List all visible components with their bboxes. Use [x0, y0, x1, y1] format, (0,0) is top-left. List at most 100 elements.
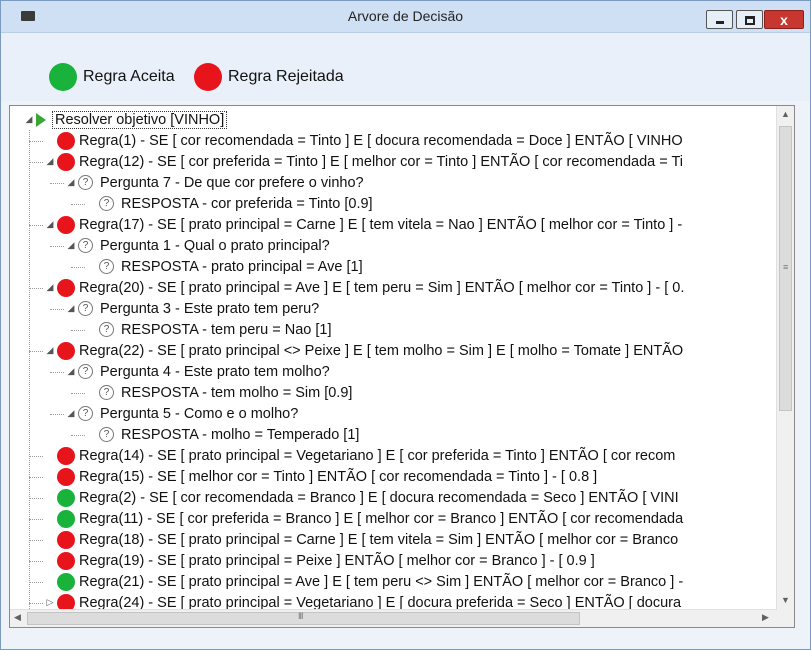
tree-row-answer[interactable]: ·?RESPOSTA - tem peru = Nao [1]	[87, 319, 331, 340]
question-icon: ?	[78, 301, 93, 316]
tree-guide-line	[71, 204, 85, 205]
red-circle-icon	[194, 63, 222, 91]
expanded-node-icon[interactable]: ◢	[66, 177, 76, 188]
tree-row-label: Regra(1) - SE [ cor recomendada = Tinto …	[79, 132, 683, 149]
question-icon: ?	[99, 385, 114, 400]
tree-row-label: Pergunta 3 - Este prato tem peru?	[100, 300, 320, 317]
expanded-node-icon[interactable]: ◢	[45, 345, 55, 356]
tree-row-label: Regra(20) - SE [ prato principal = Ave ]…	[79, 279, 685, 296]
tree-row-rule[interactable]: ◢ Regra(12) - SE [ cor preferida = Tinto …	[45, 151, 683, 172]
legend-accepted-label: Regra Aceita	[83, 68, 175, 85]
tree-row-label: Pergunta 1 - Qual o prato principal?	[100, 237, 330, 254]
minimize-icon	[716, 21, 724, 24]
tree-row-question[interactable]: ◢? Pergunta 1 - Qual o prato principal?	[66, 235, 330, 256]
scroll-down-icon[interactable]: ▼	[781, 595, 790, 605]
tree-guide-line	[29, 540, 43, 541]
tree-row-label: Regra(22) - SE [ prato principal <> Peix…	[79, 342, 684, 359]
tree-row-root[interactable]: ◢ Resolver objetivo [VINHO]	[24, 109, 228, 130]
scrollbar-corner	[777, 610, 794, 627]
question-icon: ?	[78, 364, 93, 379]
tree-row-question[interactable]: ◢? Pergunta 3 - Este prato tem peru?	[66, 298, 320, 319]
tree-guide-line	[50, 372, 64, 373]
red-circle-icon	[57, 278, 75, 297]
tree-guide-line	[29, 582, 43, 583]
tree-guide-line	[50, 309, 64, 310]
question-icon: ?	[99, 427, 114, 442]
red-circle-icon	[57, 215, 75, 234]
expanded-node-icon[interactable]: ◢	[45, 156, 55, 167]
collapsed-node-icon[interactable]: ▷	[45, 597, 55, 608]
tree-guide-line	[29, 351, 43, 352]
tree-guide-line	[71, 267, 85, 268]
tree-row-question[interactable]: ◢? Pergunta 4 - Este prato tem molho?	[66, 361, 330, 382]
tree-row-rule[interactable]: ◢ Regra(22) - SE [ prato principal <> Pei…	[45, 340, 683, 361]
tree-guide-line	[50, 183, 64, 184]
tree-row-rule[interactable]: ·Regra(1) - SE [ cor recomendada = Tinto…	[45, 130, 683, 151]
tree-guide-line	[50, 246, 64, 247]
minimize-button[interactable]	[706, 10, 733, 29]
scroll-right-icon[interactable]: ▶	[762, 612, 769, 623]
tree-row-rule[interactable]: ·Regra(18) - SE [ prato principal = Carn…	[45, 529, 678, 550]
expanded-node-icon[interactable]: ◢	[66, 303, 76, 314]
expanded-node-icon[interactable]: ◢	[66, 240, 76, 251]
expanded-node-icon[interactable]: ◢	[45, 219, 55, 230]
tree-row-rule[interactable]: ·Regra(2) - SE [ cor recomendada = Branc…	[45, 487, 679, 508]
tree-guide-line	[71, 435, 85, 436]
decision-tree-view[interactable]: ◢ Resolver objetivo [VINHO]·Regra(1) - SE…	[9, 105, 795, 628]
tree-row-label: Regra(12) - SE [ cor preferida = Tinto ]…	[79, 153, 684, 170]
maximize-icon	[745, 16, 755, 25]
window-title: Arvore de Decisão	[347, 8, 464, 24]
tree-row-rule[interactable]: ·Regra(11) - SE [ cor preferida = Branco…	[45, 508, 683, 529]
tree-row-rule[interactable]: ·Regra(15) - SE [ melhor cor = Tinto ] E…	[45, 466, 597, 487]
tree-row-label: Regra(17) - SE [ prato principal = Carne…	[79, 216, 683, 233]
question-icon: ?	[78, 175, 93, 190]
grip-icon: ≡	[783, 262, 789, 272]
tree-row-question[interactable]: ◢? Pergunta 5 - Como e o molho?	[66, 403, 299, 424]
tree-row-label: Resolver objetivo [VINHO]	[52, 110, 228, 129]
tree-row-answer[interactable]: ·?RESPOSTA - cor preferida = Tinto [0.9]	[87, 193, 373, 214]
tree-guide-line	[29, 141, 43, 142]
tree-row-label: Regra(18) - SE [ prato principal = Carne…	[79, 531, 679, 548]
tree-row-label: Regra(14) - SE [ prato principal = Veget…	[79, 447, 676, 464]
question-icon: ?	[99, 322, 114, 337]
tree-row-answer[interactable]: ·?RESPOSTA - prato principal = Ave [1]	[87, 256, 363, 277]
question-icon: ?	[99, 259, 114, 274]
grip-icon: III	[298, 611, 303, 621]
tree-row-rule[interactable]: ·Regra(14) - SE [ prato principal = Vege…	[45, 445, 675, 466]
tree-row-question[interactable]: ◢? Pergunta 7 - De que cor prefere o vinh…	[66, 172, 364, 193]
horizontal-scroll-thumb[interactable]: III	[27, 611, 580, 625]
tree-row-rule[interactable]: ◢ Regra(20) - SE [ prato principal = Ave …	[45, 277, 684, 298]
tree-guide-line	[50, 414, 64, 415]
green-circle-icon	[57, 572, 75, 591]
tree-row-rule[interactable]: ◢ Regra(17) - SE [ prato principal = Carn…	[45, 214, 682, 235]
tree-row-label: RESPOSTA - cor preferida = Tinto [0.9]	[121, 195, 373, 212]
close-button[interactable]: x	[764, 10, 804, 29]
vertical-scrollbar[interactable]: ▲ ≡ ▼	[776, 106, 794, 610]
tree-row-answer[interactable]: ·?RESPOSTA - tem molho = Sim [0.9]	[87, 382, 352, 403]
tree-row-label: Pergunta 7 - De que cor prefere o vinho?	[100, 174, 364, 191]
question-icon: ?	[99, 196, 114, 211]
tree-row-label: Pergunta 5 - Como e o molho?	[100, 405, 299, 422]
scroll-up-icon[interactable]: ▲	[781, 109, 790, 119]
vertical-scroll-thumb[interactable]: ≡	[779, 126, 792, 411]
tree-row-label: RESPOSTA - tem peru = Nao [1]	[121, 321, 332, 338]
legend-accepted: Regra Aceita	[49, 62, 175, 92]
tree-row-rule[interactable]: ·Regra(21) - SE [ prato principal = Ave …	[45, 571, 683, 592]
expanded-node-icon[interactable]: ◢	[45, 282, 55, 293]
title-bar[interactable]: Arvore de Decisão x	[1, 1, 810, 33]
tree-row-label: Regra(2) - SE [ cor recomendada = Branco…	[79, 489, 679, 506]
play-icon	[36, 112, 46, 127]
expanded-node-icon[interactable]: ◢	[24, 114, 34, 125]
tree-guide-line	[29, 225, 43, 226]
tree-row-rule[interactable]: ·Regra(19) - SE [ prato principal = Peix…	[45, 550, 595, 571]
legend: Regra Aceita Regra Rejeitada	[1, 33, 810, 101]
expanded-node-icon[interactable]: ◢	[66, 366, 76, 377]
tree-row-answer[interactable]: ·?RESPOSTA - molho = Temperado [1]	[87, 424, 359, 445]
tree-row-label: Pergunta 4 - Este prato tem molho?	[100, 363, 330, 380]
maximize-button[interactable]	[736, 10, 763, 29]
red-circle-icon	[57, 131, 75, 150]
horizontal-scrollbar[interactable]: ◀ III ▶	[10, 609, 777, 627]
expanded-node-icon[interactable]: ◢	[66, 408, 76, 419]
scroll-left-icon[interactable]: ◀	[14, 612, 21, 623]
red-circle-icon	[57, 152, 75, 171]
